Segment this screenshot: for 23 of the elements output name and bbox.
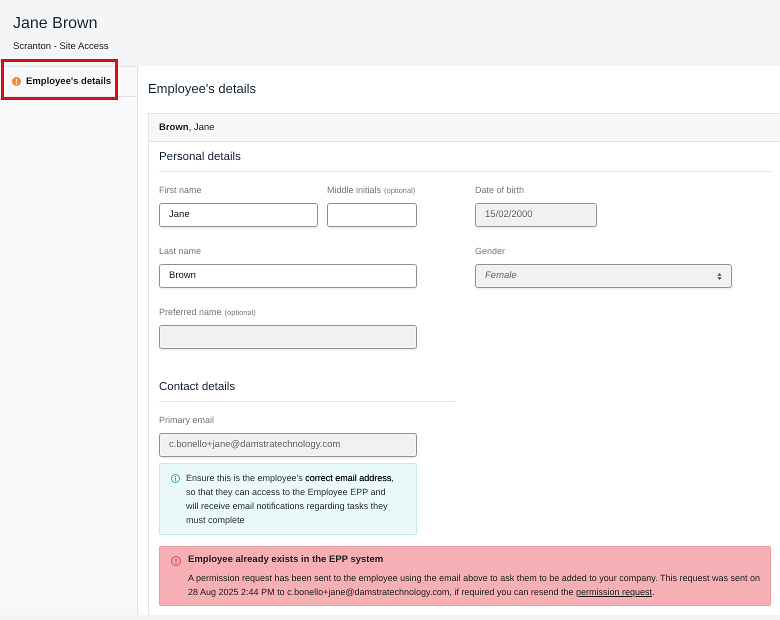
field-label: Primary email [159,414,214,426]
text-input[interactable]: Jane [159,203,318,227]
field-label: Last name [159,245,202,257]
alert-message: A permission request has been sent to the employee using the email above to ask them to be added to your company. This request was sent on 28 Aug 2025 2:44 PM to c.bonello+jane@damstratechnology.com, if required you can resend the permission request. [188,572,762,599]
page-subtitle: Scranton - Site Access [13,41,110,53]
subsection-title: Contact details [159,380,455,402]
section-heading: Employee's details [148,81,257,97]
card-header: Brown, Jane [149,114,780,142]
page-title: Jane Brown [13,14,98,34]
text-input[interactable]: Brown [159,264,417,288]
field-label: Gender [475,245,506,257]
sort-arrows-icon [717,272,722,280]
field-label: First name [159,184,202,196]
field-label: Preferred name [159,306,222,318]
permission-request-link[interactable]: permission request [576,587,652,597]
text-input[interactable] [327,203,417,227]
field-label: Middle initials [327,184,382,196]
alert-title: Employee already exists in the EPP system [188,553,384,567]
info-icon [171,474,180,483]
info-text: Ensure this is the employee's correct email address, so that they can access to the Employee EPP and will receive email notifications regarding tasks they must complete [186,472,395,527]
field-label: Date of birth [475,184,524,196]
exclamation-icon [171,556,181,566]
subsection-title: Personal details [159,150,771,172]
